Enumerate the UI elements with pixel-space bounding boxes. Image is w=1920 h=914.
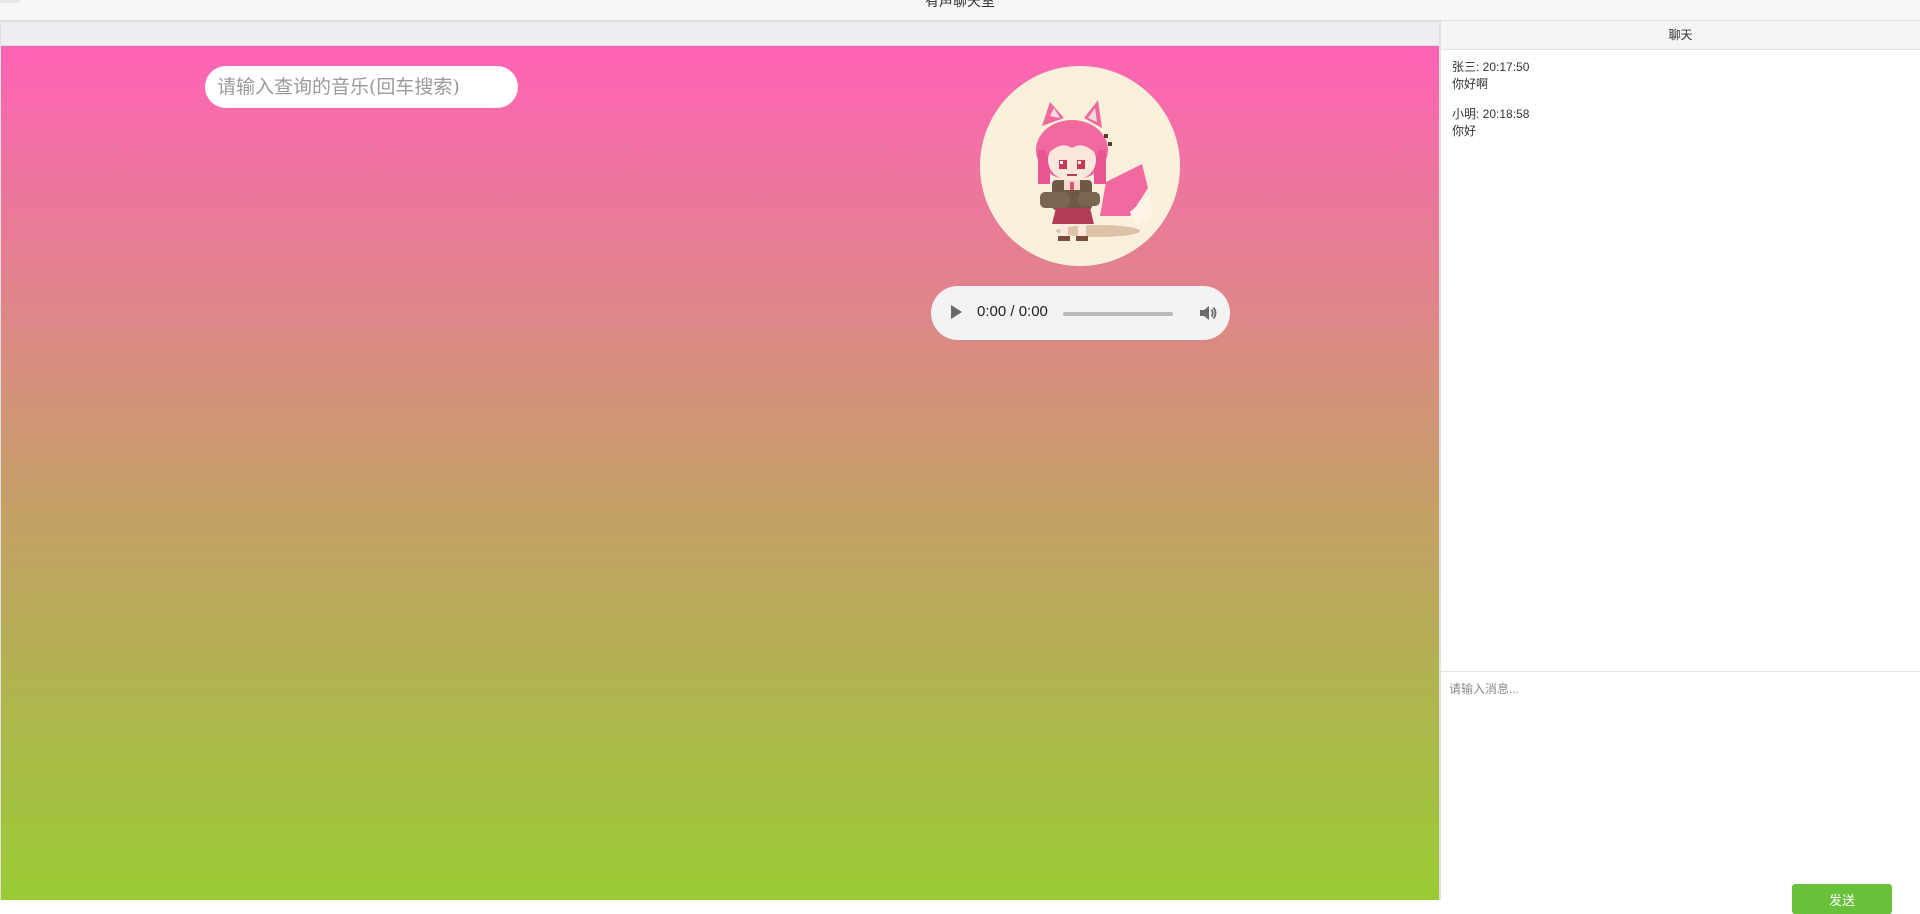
window-title: 有声聊天室 xyxy=(925,0,995,10)
window-titlebar: 有声聊天室 xyxy=(0,0,1920,21)
chat-title: 聊天 xyxy=(1441,21,1920,50)
music-search-input[interactable] xyxy=(205,66,518,108)
message-meta: 张三: 20:17:50 xyxy=(1452,60,1530,74)
message-composer: 发送 xyxy=(1441,671,1920,914)
music-panel-header xyxy=(1,22,1439,46)
album-cover-avatar xyxy=(980,66,1180,266)
audio-player: 0:00 / 0:00 xyxy=(931,286,1230,340)
audio-progress-track[interactable] xyxy=(1063,312,1173,316)
chat-message: 张三: 20:17:50 你好啊 xyxy=(1452,59,1909,93)
send-button[interactable]: 发送 xyxy=(1792,884,1892,914)
message-text: 你好啊 xyxy=(1452,77,1489,91)
message-input[interactable] xyxy=(1447,678,1907,828)
chat-message: 小明: 20:18:58 你好 xyxy=(1452,106,1909,140)
fox-girl-avatar-icon xyxy=(1036,100,1152,241)
message-meta: 小明: 20:18:58 xyxy=(1452,107,1530,121)
music-area: 0:00 / 0:00 xyxy=(1,46,1439,900)
music-panel: 0:00 / 0:00 xyxy=(0,21,1440,900)
volume-icon[interactable] xyxy=(1198,303,1218,323)
message-text: 你好 xyxy=(1452,124,1477,138)
chat-panel: 聊天 张三: 20:17:50 你好啊 小明: 20:18:58 你好 发送 xyxy=(1440,21,1920,914)
audio-time: 0:00 / 0:00 xyxy=(977,303,1048,320)
play-icon[interactable] xyxy=(951,305,962,319)
message-list: 张三: 20:17:50 你好啊 小明: 20:18:58 你好 xyxy=(1441,50,1920,671)
